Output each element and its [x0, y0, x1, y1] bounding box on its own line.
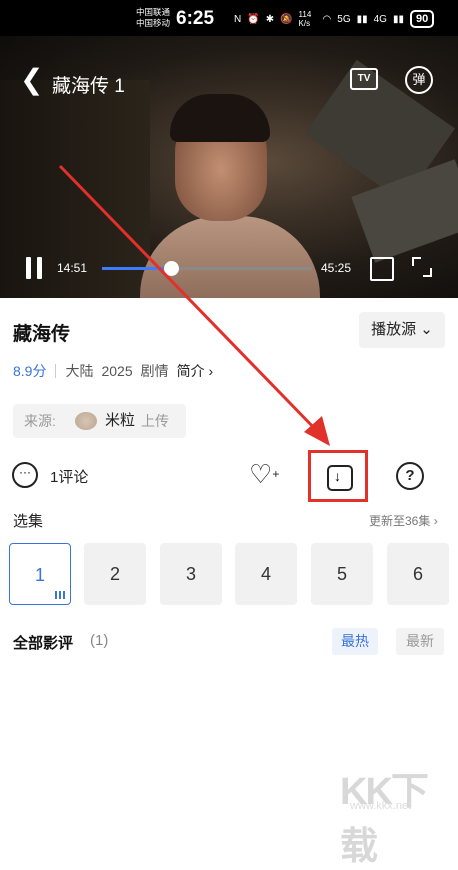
watermark-url: www.kkx.net: [350, 800, 412, 812]
progress-handle[interactable]: [164, 261, 180, 276]
episodes-more-link[interactable]: 更新至36集 ›: [369, 512, 438, 529]
uploader-chip[interactable]: 来源: 米粒 上传: [13, 404, 186, 438]
play-source-label: 播放源: [371, 321, 417, 338]
source-label: 来源:: [24, 413, 56, 429]
genre: 剧情: [140, 363, 169, 379]
wifi-icon: ◠: [322, 13, 332, 25]
sort-new-tab[interactable]: 最新: [396, 628, 444, 655]
alarm-icon: ⏰: [247, 13, 260, 25]
carrier-labels: 中国联通 中国移动: [136, 7, 170, 29]
signal-2: 4G: [373, 13, 387, 25]
episode-button[interactable]: 3: [160, 543, 222, 605]
danmu-toggle-icon[interactable]: 弹: [405, 66, 433, 94]
episode-button[interactable]: 4: [235, 543, 297, 605]
progress-bar[interactable]: [102, 261, 312, 276]
comment-icon[interactable]: ···: [12, 462, 38, 488]
chevron-down-icon: ⌄: [420, 321, 433, 338]
carrier-1: 中国联通: [136, 7, 171, 17]
watermark: KK下载 www.kkx.net: [340, 760, 450, 868]
show-title: 藏海传: [13, 324, 71, 345]
chevron-right-icon: ›: [433, 514, 438, 528]
episode-button[interactable]: 5: [311, 543, 373, 605]
mute-icon: 🔕: [280, 13, 293, 25]
help-icon[interactable]: ?: [396, 462, 424, 490]
signal-bars-icon: ▮▮: [356, 13, 368, 25]
chevron-right-icon: ›: [208, 363, 214, 379]
episode-button[interactable]: 6: [387, 543, 449, 605]
favorite-add-icon[interactable]: ♡+: [249, 460, 279, 488]
sort-hot-tab[interactable]: 最热: [332, 628, 378, 655]
player-top-bar: ❮ 藏海传 1 TV 弹: [0, 62, 458, 102]
progress-fill: [102, 267, 172, 270]
pause-icon[interactable]: [24, 257, 44, 279]
episode-button[interactable]: 1: [9, 543, 71, 605]
status-icons: N ⏰ ✱ 🔕 114 K/s ◠ 5G ▮▮ 4G ▮▮ 90: [234, 10, 435, 28]
episode-button[interactable]: 2: [84, 543, 146, 605]
uploader-avatar: [75, 412, 97, 430]
fullscreen-icon[interactable]: [412, 257, 432, 277]
year: 2025: [101, 363, 133, 379]
reviews-count: (1): [90, 632, 109, 649]
uploader-name: 米粒: [105, 412, 136, 429]
clock: 6:25: [176, 8, 215, 29]
comment-count[interactable]: 1评论: [50, 466, 88, 487]
carrier-2: 中国移动: [136, 18, 171, 28]
episode-number: 1: [34, 565, 45, 585]
episodes-title: 选集: [13, 513, 44, 530]
status-bar: 中国联通 中国移动 6:25 N ⏰ ✱ 🔕 114 K/s ◠ 5G ▮▮ 4…: [0, 0, 458, 36]
intro-link[interactable]: 简介 ›: [177, 361, 214, 381]
playing-bars-icon: [55, 591, 65, 599]
intro-link-label: 简介: [176, 363, 205, 379]
episode-list: 1 2 3 4 5 6: [9, 543, 449, 605]
back-arrow-icon[interactable]: ❮: [20, 66, 43, 94]
picture-in-picture-icon[interactable]: [370, 257, 394, 281]
video-area: 中国联通 中国移动 6:25 N ⏰ ✱ 🔕 114 K/s ◠ 5G ▮▮ 4…: [0, 0, 458, 298]
signal-bars-icon: ▮▮: [392, 13, 404, 25]
episodes-more-label: 更新至36集: [369, 514, 431, 528]
download-highlight-box: ↓: [308, 450, 368, 502]
annotation-arrow-head: [304, 416, 330, 446]
bluetooth-icon: ✱: [265, 13, 275, 25]
region: 大陆: [65, 363, 94, 379]
watermark-logo: KK下载: [340, 771, 429, 868]
nfc-icon: N: [234, 13, 242, 25]
net-speed: 114 K/s: [298, 10, 312, 28]
score: 8.9分: [13, 363, 47, 379]
player-title: 藏海传 1: [52, 76, 125, 97]
total-time: 45:25: [321, 261, 352, 275]
signal-1: 5G: [337, 13, 351, 25]
uploader-suffix: 上传: [141, 413, 169, 429]
reviews-title: 全部影评: [13, 635, 74, 652]
download-icon[interactable]: ↓: [327, 465, 353, 491]
show-meta: 8.9分 大陆 2025 剧情 简介 ›: [13, 361, 213, 381]
battery-indicator: 90: [409, 10, 435, 28]
divider: [55, 364, 57, 378]
current-time: 14:51: [57, 261, 88, 275]
play-source-button[interactable]: 播放源 ⌄: [359, 312, 445, 348]
player-controls: 14:51 45:25: [0, 254, 458, 284]
tv-cast-icon[interactable]: TV: [350, 68, 378, 90]
